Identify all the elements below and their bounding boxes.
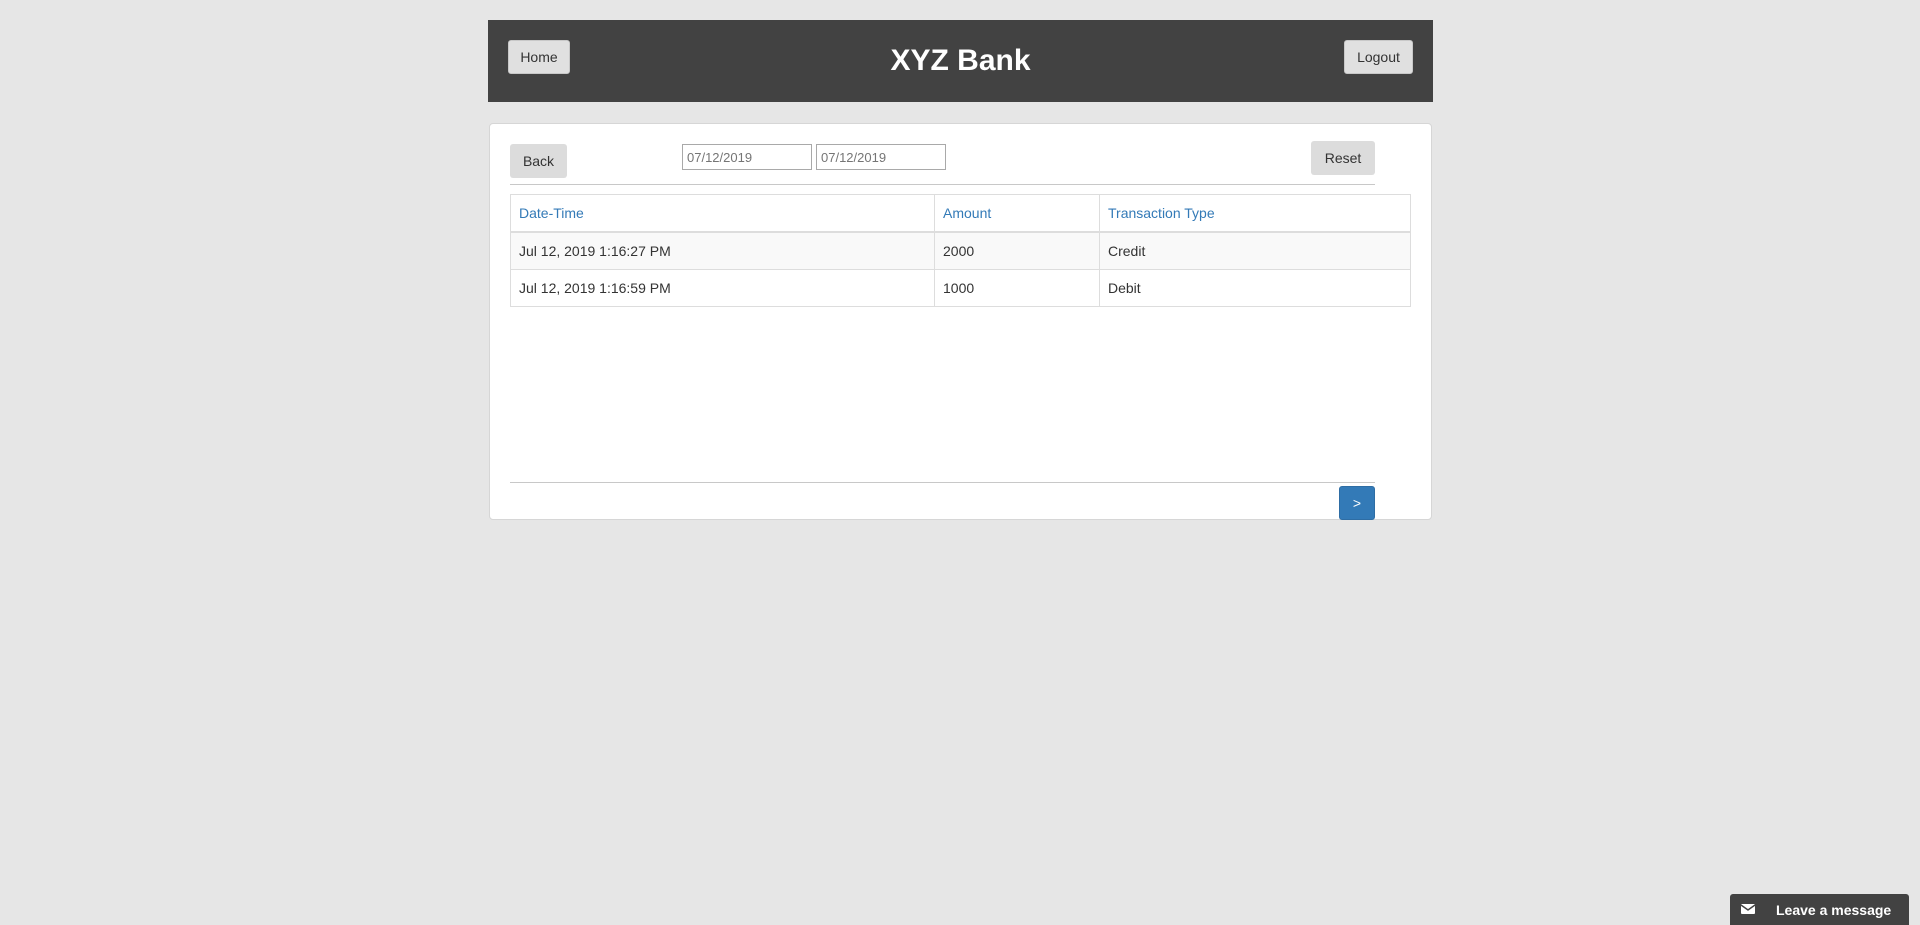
amount-cell: 1000 <box>934 269 1100 307</box>
column-header-date-time[interactable]: Date-Time <box>510 194 935 233</box>
amount-cell: 2000 <box>934 231 1100 270</box>
column-header-amount[interactable]: Amount <box>934 194 1100 233</box>
envelope-icon <box>1740 902 1756 916</box>
column-header-transaction-type[interactable]: Transaction Type <box>1099 194 1411 233</box>
leave-message-widget[interactable]: Leave a message <box>1730 894 1909 925</box>
table-header-row: Date-Time Amount Transaction Type <box>510 194 1411 233</box>
leave-message-label: Leave a message <box>1776 902 1892 918</box>
date-time-cell: Jul 12, 2019 1:16:59 PM <box>510 269 935 307</box>
table-row: Jul 12, 2019 1:16:59 PM 1000 Debit <box>510 269 1411 307</box>
transaction-type-cell: Debit <box>1099 269 1411 307</box>
next-page-button[interactable]: > <box>1339 486 1375 520</box>
table-row: Jul 12, 2019 1:16:27 PM 2000 Credit <box>510 231 1411 270</box>
start-date-input[interactable] <box>682 144 812 170</box>
date-time-cell: Jul 12, 2019 1:16:27 PM <box>510 231 935 270</box>
reset-button[interactable]: Reset <box>1311 141 1375 175</box>
transaction-type-cell: Credit <box>1099 231 1411 270</box>
back-button[interactable]: Back <box>510 144 567 178</box>
top-divider <box>510 184 1375 185</box>
transactions-table: Date-Time Amount Transaction Type Jul 12… <box>510 194 1411 307</box>
bank-title: XYZ Bank <box>890 44 1031 77</box>
transactions-panel: Back Reset Date-Time Amount Transaction … <box>489 123 1432 520</box>
end-date-input[interactable] <box>816 144 946 170</box>
bottom-divider <box>510 482 1375 483</box>
app-header: Home XYZ Bank Logout <box>488 20 1433 102</box>
logout-button[interactable]: Logout <box>1344 40 1413 74</box>
